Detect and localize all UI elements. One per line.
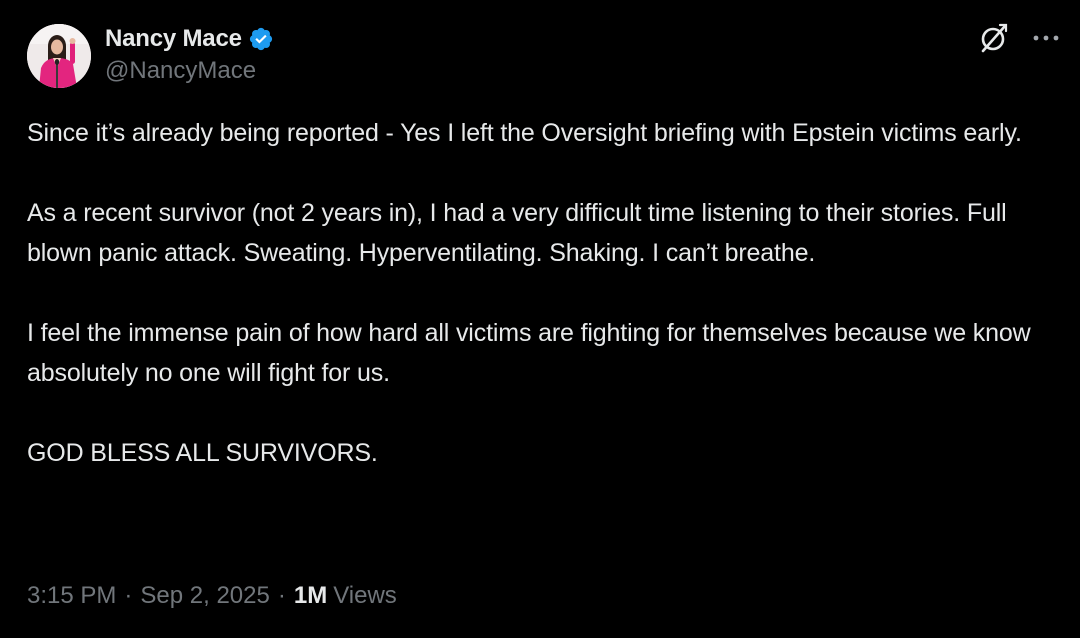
tweet-card: Nancy Mace @NancyMace Since it’s already… — [0, 0, 1080, 638]
tweet-date[interactable]: Sep 2, 2025 — [140, 579, 269, 613]
tweet-paragraph: As a recent survivor (not 2 years in), I… — [27, 199, 1007, 267]
author-handle[interactable]: @NancyMace — [105, 55, 274, 87]
name-row: Nancy Mace — [105, 24, 274, 54]
views-label[interactable]: Views — [333, 579, 397, 613]
more-horizontal-icon[interactable] — [1032, 22, 1060, 54]
grok-icon[interactable] — [978, 22, 1010, 54]
avatar[interactable] — [27, 24, 91, 88]
profile-photo-icon — [27, 24, 91, 88]
verified-badge-icon[interactable] — [248, 26, 274, 52]
display-name[interactable]: Nancy Mace — [105, 24, 242, 54]
author-names: Nancy Mace @NancyMace — [105, 24, 274, 87]
tweet-time[interactable]: 3:15 PM — [27, 579, 116, 613]
tweet-paragraph: Since it’s already being reported - Yes … — [27, 119, 1022, 147]
tweet-meta: 3:15 PM · Sep 2, 2025 · 1M Views — [27, 579, 397, 613]
views-count[interactable]: 1M — [294, 579, 327, 613]
tweet-paragraph: I feel the immense pain of how hard all … — [27, 319, 1031, 387]
tweet-top-actions — [978, 22, 1060, 54]
tweet-paragraph: GOD BLESS ALL SURVIVORS. — [27, 439, 378, 467]
meta-separator: · — [124, 582, 133, 609]
tweet-header: Nancy Mace @NancyMace — [27, 22, 274, 90]
meta-separator: · — [277, 582, 286, 609]
tweet-text: Since it’s already being reported - Yes … — [27, 113, 1062, 473]
